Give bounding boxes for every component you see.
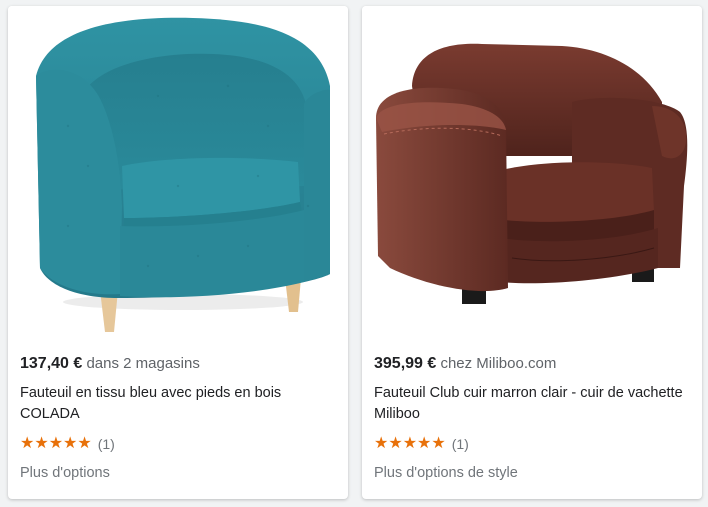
- product-card-colada[interactable]: 137,40 € dans 2 magasins Fauteuil en tis…: [8, 6, 348, 499]
- rating-stars-icon: ★★★★★: [374, 435, 446, 452]
- price: 137,40 €: [20, 355, 83, 372]
- rating[interactable]: ★★★★★ (1): [374, 434, 690, 454]
- store-text: chez Miliboo.com: [440, 355, 557, 372]
- more-options-link[interactable]: Plus d'options de style: [374, 463, 690, 483]
- product-info: 395,99 € chez Miliboo.com Fauteuil Club …: [362, 336, 702, 483]
- more-options-link[interactable]: Plus d'options: [20, 463, 336, 483]
- price-line: 395,99 € chez Miliboo.com: [374, 354, 690, 374]
- rating-count: (1): [451, 436, 469, 452]
- rating-stars-icon: ★★★★★: [20, 435, 92, 452]
- armchair-brown-leather-icon: [376, 43, 688, 304]
- product-image-brown-club-armchair[interactable]: [362, 6, 702, 336]
- rating-count: (1): [97, 436, 115, 452]
- product-title[interactable]: Fauteuil en tissu bleu avec pieds en boi…: [20, 383, 336, 425]
- rating[interactable]: ★★★★★ (1): [20, 434, 336, 454]
- shopping-results-grid: 137,40 € dans 2 magasins Fauteuil en tis…: [0, 0, 708, 507]
- price-line: 137,40 € dans 2 magasins: [20, 354, 336, 374]
- product-card-club-miliboo[interactable]: 395,99 € chez Miliboo.com Fauteuil Club …: [362, 6, 702, 499]
- armchair-teal-fabric-icon: [36, 17, 330, 332]
- product-info: 137,40 € dans 2 magasins Fauteuil en tis…: [8, 336, 348, 483]
- product-title[interactable]: Fauteuil Club cuir marron clair - cuir d…: [374, 383, 690, 425]
- store-text: dans 2 magasins: [86, 355, 200, 372]
- price: 395,99 €: [374, 355, 437, 372]
- product-image-teal-armchair[interactable]: [8, 6, 348, 336]
